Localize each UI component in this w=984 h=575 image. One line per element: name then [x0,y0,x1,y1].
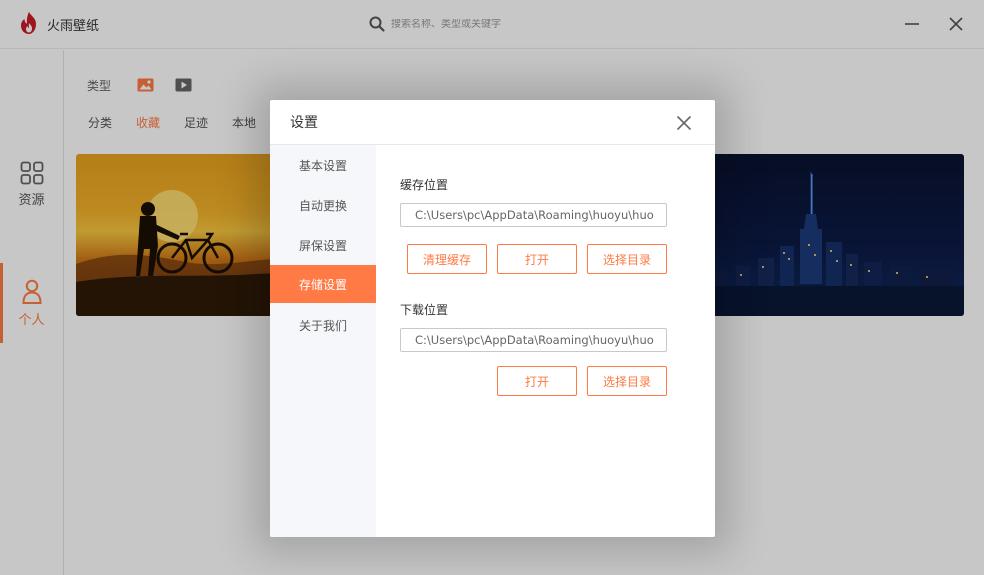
cache-path-field[interactable] [400,203,667,227]
settings-menu: 基本设置 自动更换 屏保设置 存储设置 关于我们 [270,145,376,537]
storage-settings-panel: 缓存位置 清理缓存 打开 选择目录 下载位置 打开 选择目录 [376,145,715,537]
download-location-title: 下载位置 [400,303,449,317]
open-download-folder-button[interactable]: 打开 [497,366,577,396]
download-path-field[interactable] [400,328,667,352]
clear-cache-button[interactable]: 清理缓存 [407,244,487,274]
dialog-close-button[interactable] [672,111,696,135]
settings-menu-basic[interactable]: 基本设置 [270,146,376,184]
close-icon [676,115,692,131]
settings-dialog: 设置 基本设置 自动更换 屏保设置 存储设置 关于我们 缓存位置 清理缓存 打开… [270,100,715,537]
cache-location-title: 缓存位置 [400,178,449,192]
settings-menu-about[interactable]: 关于我们 [270,306,376,344]
settings-menu-auto-change[interactable]: 自动更换 [270,186,376,224]
dialog-header: 设置 [270,100,715,145]
open-cache-folder-button[interactable]: 打开 [497,244,577,274]
dialog-title: 设置 [290,115,318,131]
choose-cache-directory-button[interactable]: 选择目录 [587,244,667,274]
settings-menu-screensaver[interactable]: 屏保设置 [270,226,376,264]
choose-download-directory-button[interactable]: 选择目录 [587,366,667,396]
settings-menu-storage[interactable]: 存储设置 [270,265,376,303]
